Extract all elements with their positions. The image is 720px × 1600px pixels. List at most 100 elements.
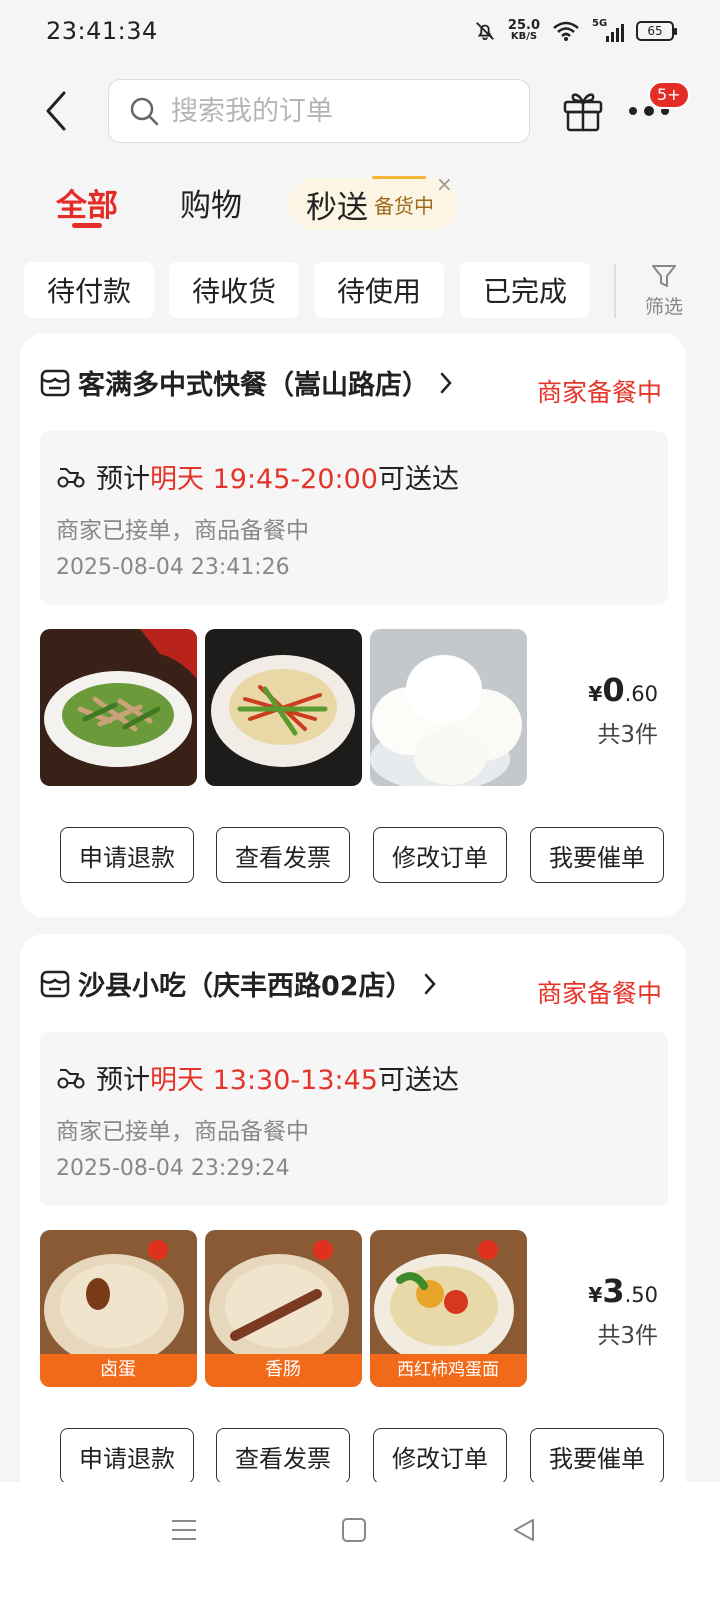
triangle-back-icon: [514, 1519, 534, 1541]
price-integer: 0: [602, 671, 625, 709]
modify-order-button[interactable]: 修改订单: [373, 827, 507, 883]
food-image: [370, 629, 527, 786]
filter-button[interactable]: 筛选: [636, 262, 692, 320]
home-nav-button[interactable]: [334, 1510, 374, 1550]
top-bar: [0, 76, 720, 146]
filter-pending-receipt[interactable]: 待收货: [169, 262, 299, 318]
eta-row: 预计 明天 19:45-20:00 可送达: [56, 457, 459, 496]
price-block: ¥3.50 共3件: [588, 1272, 658, 1350]
filter-divider: [614, 264, 616, 318]
delivery-scooter-icon: [57, 467, 85, 487]
filter-pending-payment[interactable]: 待付款: [24, 262, 154, 318]
refund-button[interactable]: 申请退款: [60, 827, 194, 883]
eta-row: 预计 明天 13:30-13:45 可送达: [56, 1058, 459, 1097]
item-count: 共3件: [597, 1323, 658, 1349]
view-invoice-button[interactable]: 查看发票: [216, 827, 350, 883]
funnel-icon: [652, 265, 676, 287]
item-label: 卤蛋: [100, 1359, 136, 1380]
modify-order-button[interactable]: 修改订单: [373, 1428, 507, 1484]
pork-pepper-stirfry-image[interactable]: [40, 629, 197, 786]
miaosong-label: 秒送: [306, 189, 368, 226]
delivery-scooter-icon: [57, 1068, 85, 1088]
delivery-info: 预计 明天 19:45-20:00 可送达 商家已接单，商品备餐中 2025-0…: [40, 431, 668, 605]
category-tabs: 全部 购物 秒送 备货中 ×: [0, 170, 720, 240]
price-currency: ¥: [588, 682, 603, 706]
item-count: 共3件: [597, 722, 658, 748]
store-icon: [40, 369, 70, 396]
search-box[interactable]: [108, 79, 530, 143]
wifi-icon: [553, 21, 579, 41]
search-input[interactable]: [171, 95, 491, 127]
eta-prefix: 预计: [96, 464, 150, 495]
miaosong-highlight-line: [372, 176, 426, 179]
price-decimal: .60: [624, 682, 658, 706]
price-block: ¥0.60 共3件: [588, 671, 658, 749]
store-link[interactable]: 客满多中式快餐（嵩山路店）: [40, 363, 453, 402]
order-status: 商家备餐中: [536, 378, 662, 407]
eta-time: 明天 13:30-13:45: [150, 1065, 378, 1096]
more-dot-icon: [629, 107, 637, 115]
more-dot-icon: [644, 106, 654, 116]
eta-suffix: 可送达: [377, 1065, 459, 1096]
eta-suffix: 可送达: [377, 464, 459, 495]
filter-label: 筛选: [644, 296, 683, 318]
battery-level: 65: [647, 24, 663, 38]
menu-nav-button[interactable]: [164, 1510, 204, 1550]
item-label: 香肠: [265, 1359, 301, 1380]
refund-button[interactable]: 申请退款: [60, 1428, 194, 1484]
status-time: 23:41:34: [46, 17, 158, 45]
price-decimal: .50: [624, 1283, 658, 1307]
store-name: 沙县小吃（庆丰西路02店）: [78, 971, 413, 1002]
order-actions: 申请退款 查看发票 修改订单 我要催单: [60, 1428, 670, 1484]
price-currency: ¥: [588, 1283, 603, 1307]
notification-badge: 5+: [648, 81, 690, 109]
tomato-egg-noodle-image[interactable]: 西红柿鸡蛋面: [370, 1230, 527, 1387]
order-price: ¥0.60: [588, 671, 658, 709]
back-nav-button[interactable]: [504, 1510, 544, 1550]
filter-row: 待付款 待收货 待使用 已完成 筛选: [0, 262, 720, 322]
gift-button[interactable]: [562, 88, 608, 134]
filter-pending-use[interactable]: 待使用: [314, 262, 444, 318]
urge-order-button[interactable]: 我要催单: [530, 827, 664, 883]
square-home-icon: [342, 1518, 366, 1542]
filter-completed[interactable]: 已完成: [460, 262, 590, 318]
status-icons: 25.0 KB/S 5G 65: [474, 18, 677, 42]
food-image: 卤蛋: [40, 1230, 197, 1387]
delivery-info: 预计 明天 13:30-13:45 可送达 商家已接单，商品备餐中 2025-0…: [40, 1032, 668, 1206]
system-nav-bar: [0, 1482, 720, 1600]
tab-shopping[interactable]: 购物: [180, 180, 242, 225]
net-speed-unit: KB/S: [510, 31, 538, 42]
order-time: 2025-08-04 23:29:24: [56, 1156, 290, 1181]
search-icon: [130, 97, 159, 126]
cellular-signal-icon: 5G: [592, 18, 624, 42]
order-card[interactable]: 沙县小吃（庆丰西路02店） 商家备餐中 预计 明天 13:30-13:45 可送…: [20, 934, 686, 1534]
gift-icon: [563, 93, 603, 132]
back-button[interactable]: [26, 81, 86, 141]
order-card[interactable]: 客满多中式快餐（嵩山路店） 商家备餐中 预计 明天 19:45-20:00 可送…: [20, 333, 686, 917]
items-row[interactable]: ¥0.60 共3件: [40, 629, 668, 787]
sausage-image[interactable]: 香肠: [205, 1230, 362, 1387]
steamed-buns-image[interactable]: [370, 629, 527, 786]
tofu-skin-stirfry-image[interactable]: [205, 629, 362, 786]
store-name: 客满多中式快餐（嵩山路店）: [78, 370, 429, 401]
view-invoice-button[interactable]: 查看发票: [216, 1428, 350, 1484]
order-price: ¥3.50: [588, 1272, 658, 1310]
item-label: 西红柿鸡蛋面: [397, 1360, 499, 1380]
price-integer: 3: [602, 1272, 625, 1310]
net-speed-value: 25.0: [507, 18, 540, 33]
chevron-right-icon: [440, 372, 452, 393]
food-image: 西红柿鸡蛋面: [370, 1230, 527, 1387]
items-row[interactable]: 卤蛋 香肠 西红柿鸡蛋面 ¥3.50 共3件: [40, 1230, 668, 1388]
eta-time: 明天 19:45-20:00: [150, 464, 378, 495]
braised-egg-image[interactable]: 卤蛋: [40, 1230, 197, 1387]
food-image: [40, 629, 197, 786]
battery-icon: 65: [636, 21, 677, 41]
food-image: [205, 629, 362, 786]
urge-order-button[interactable]: 我要催单: [530, 1428, 664, 1484]
miaosong-close-icon[interactable]: ×: [436, 172, 453, 196]
active-tab-underline: [72, 223, 102, 228]
tab-miaosong[interactable]: 秒送 备货中: [288, 178, 458, 230]
store-link[interactable]: 沙县小吃（庆丰西路02店）: [40, 964, 437, 1003]
tab-all[interactable]: 全部: [56, 180, 118, 225]
order-desc: 商家已接单，商品备餐中: [56, 1119, 309, 1145]
